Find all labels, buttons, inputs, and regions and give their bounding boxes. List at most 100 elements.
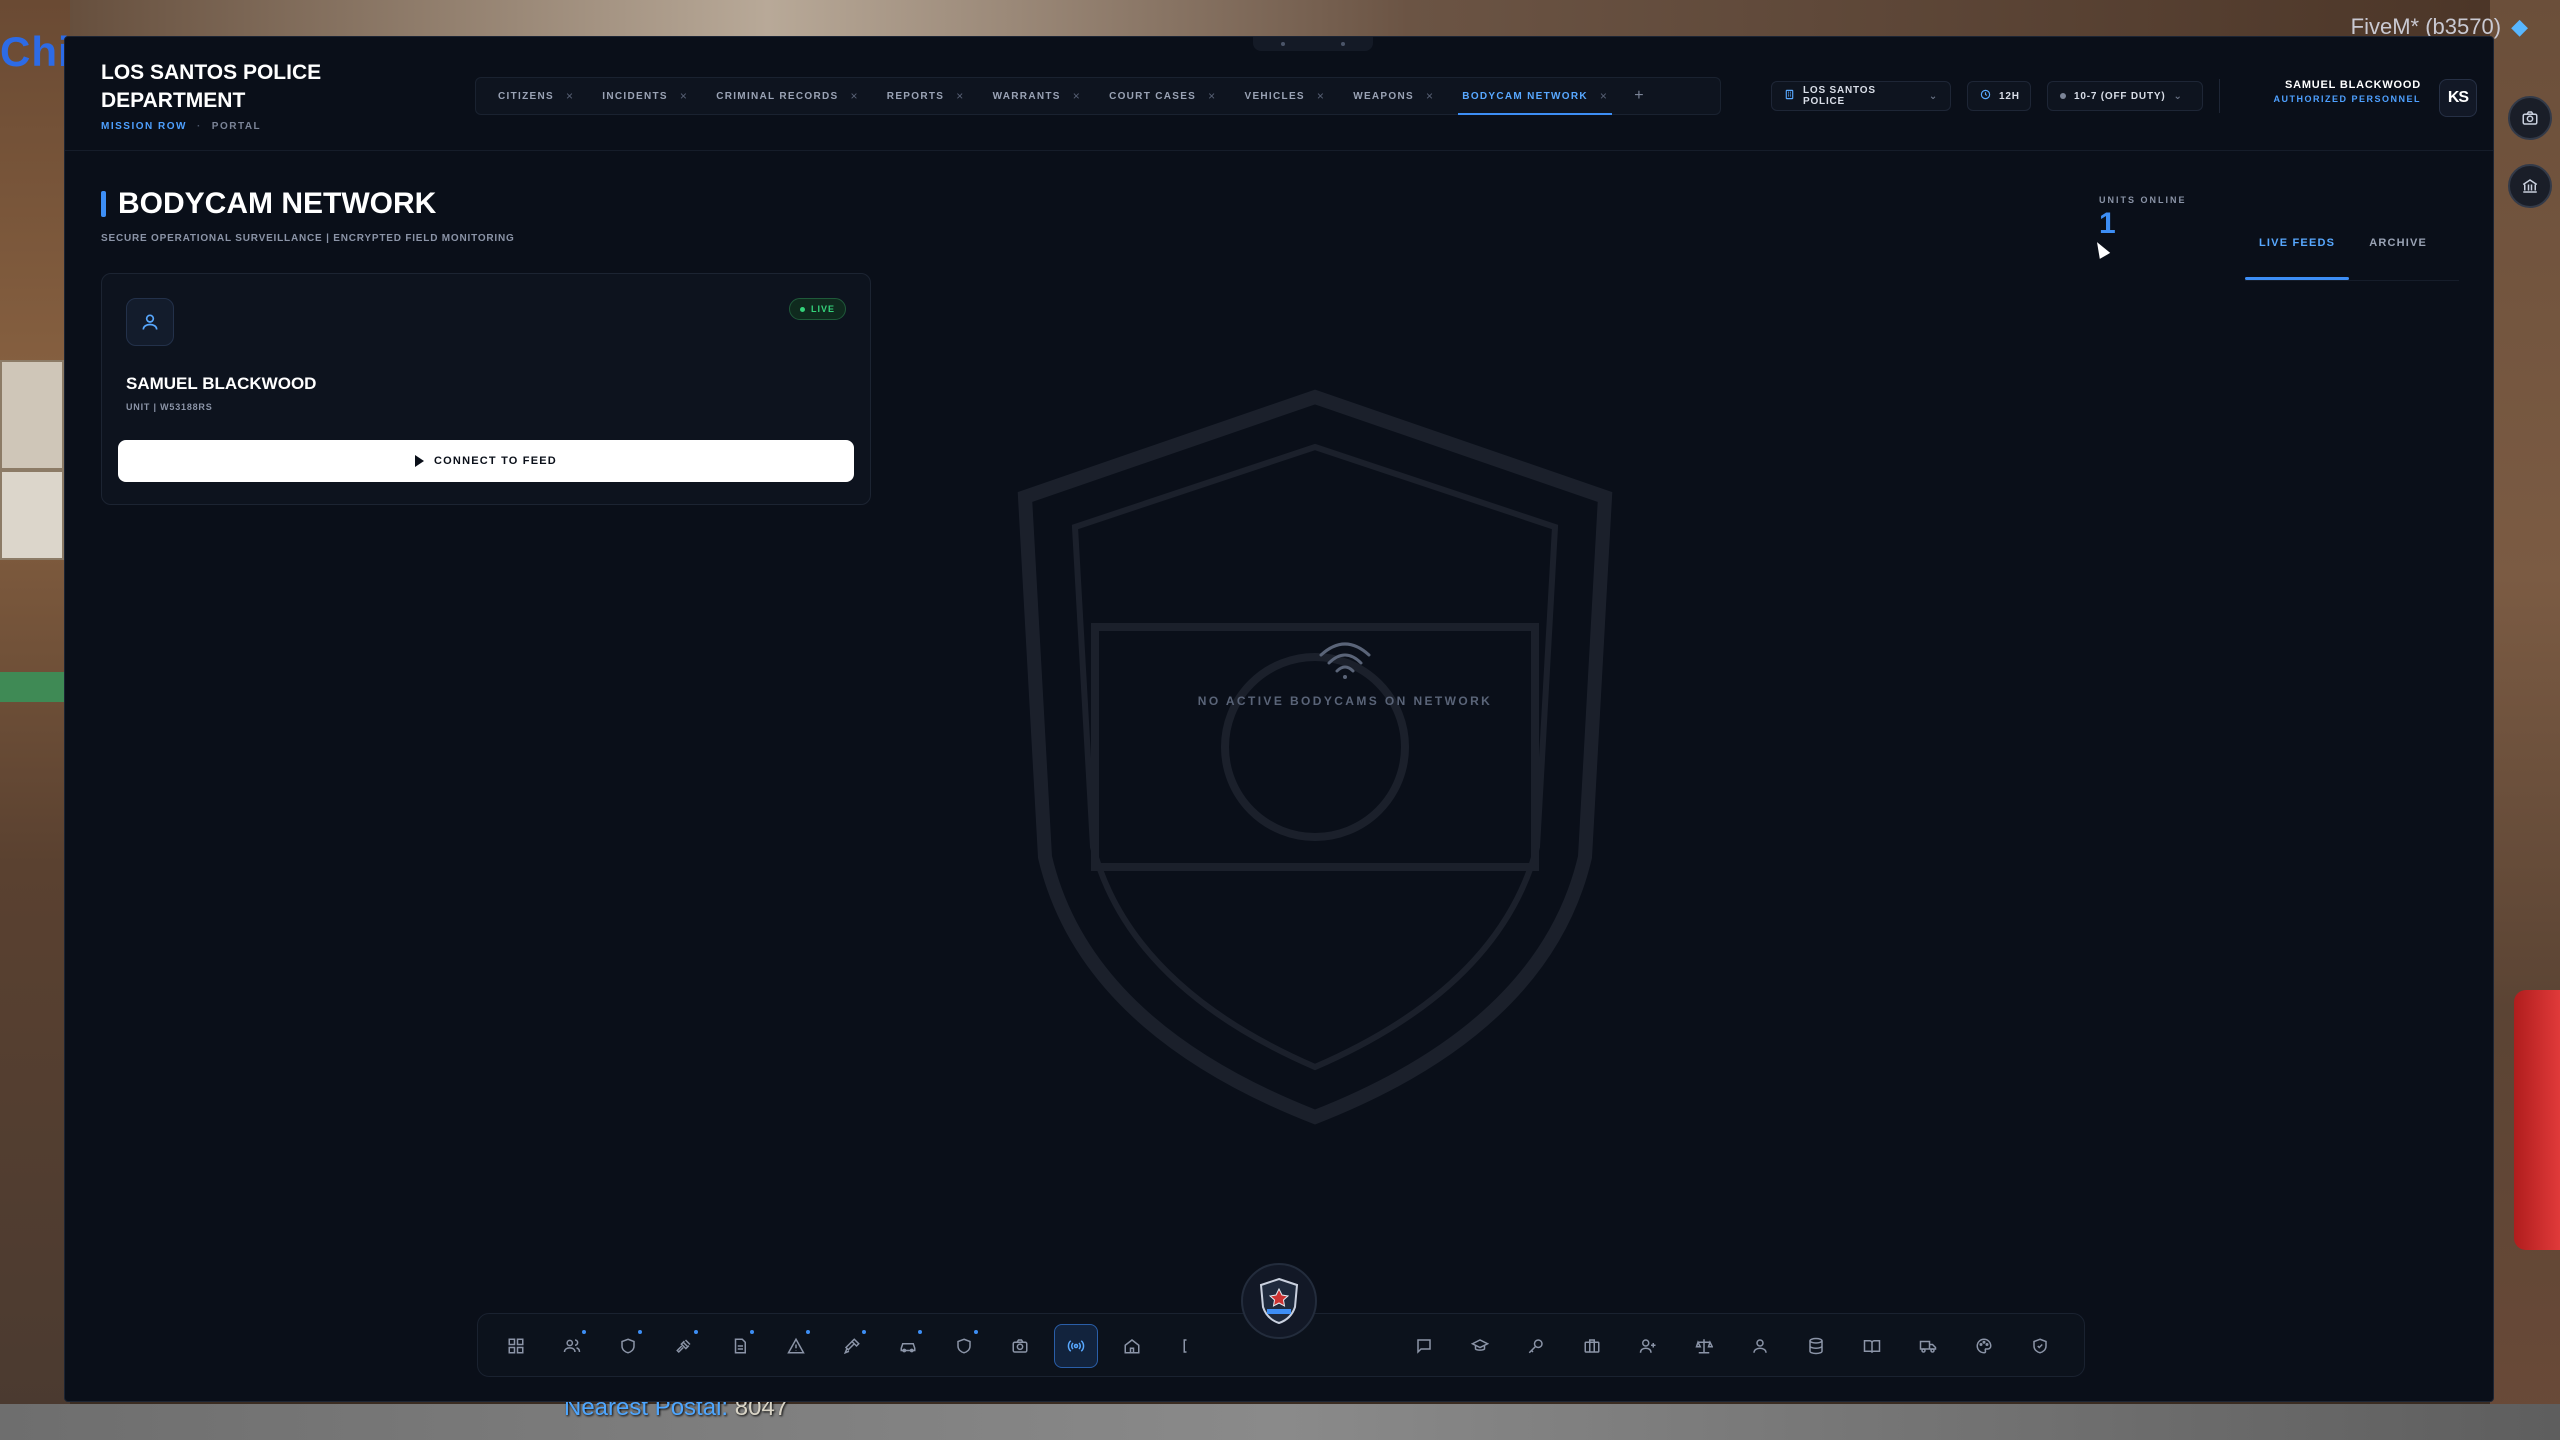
live-label: LIVE [810, 304, 835, 314]
key-icon[interactable] [1514, 1324, 1558, 1368]
empty-state: NO ACTIVE BODYCAMS ON NETWORK [1065, 637, 1625, 708]
department-selector[interactable]: LOS SANTOS POLICE ⌄ [1771, 81, 1951, 111]
close-icon[interactable]: × [1073, 89, 1081, 103]
scales-icon[interactable] [1682, 1324, 1726, 1368]
tab-weapons[interactable]: WEAPONS × [1339, 78, 1448, 114]
connect-label: CONNECT TO FEED [434, 455, 557, 467]
mdt-window: LOS SANTOS POLICE DEPARTMENT MISSION ROW… [64, 36, 2494, 1402]
camera-icon[interactable] [2508, 96, 2552, 140]
feed-tabs: LIVE FEEDS ARCHIVE [2245, 205, 2459, 281]
tab-live-feeds[interactable]: LIVE FEEDS [2245, 205, 2350, 280]
close-icon[interactable]: × [566, 89, 574, 103]
tab-citizens[interactable]: CITIZENS × [484, 78, 588, 114]
clock-format: 12H [1999, 90, 2020, 102]
close-icon[interactable]: × [1317, 89, 1325, 103]
tab-label: REPORTS [886, 90, 945, 102]
notice-board [0, 470, 64, 560]
dock-right [1402, 1324, 2062, 1368]
truck-icon[interactable] [1906, 1324, 1950, 1368]
title-accent-bar [101, 191, 106, 217]
shield-check-icon[interactable] [2018, 1324, 2062, 1368]
badge-icon[interactable] [942, 1324, 986, 1368]
close-icon[interactable]: × [956, 89, 964, 103]
lspd-watermark [1017, 389, 1613, 1125]
connect-to-feed-button[interactable]: CONNECT TO FEED [118, 440, 854, 482]
chevron-down-icon: ⌄ [1928, 90, 1938, 102]
units-online: UNITS ONLINE 1 [2099, 195, 2187, 241]
wall-left [0, 0, 70, 1440]
bracket-icon[interactable] [1166, 1324, 1210, 1368]
avatar[interactable]: KS [2439, 79, 2477, 117]
lspd-logo[interactable] [1241, 1263, 1317, 1339]
warning-icon[interactable] [774, 1324, 818, 1368]
header-divider [2219, 79, 2220, 113]
camera-icon[interactable] [998, 1324, 1042, 1368]
building-icon [1784, 89, 1795, 103]
page-title-text: BODYCAM NETWORK [118, 187, 437, 220]
close-icon[interactable]: × [1600, 89, 1608, 103]
badge-logo-icon [1259, 1277, 1299, 1325]
tab-label: CITIZENS [498, 90, 554, 102]
mouse-cursor [2091, 239, 2111, 259]
palette-icon[interactable] [1962, 1324, 2006, 1368]
tab-bodycam-network[interactable]: BODYCAM NETWORK × [1448, 78, 1622, 115]
empty-state-text: NO ACTIVE BODYCAMS ON NETWORK [1197, 694, 1493, 708]
tab-label: COURT CASES [1109, 90, 1197, 102]
tab-criminal-records[interactable]: CRIMINAL RECORDS × [702, 78, 873, 114]
tab-label: WARRANTS [992, 90, 1061, 102]
home-icon[interactable] [1110, 1324, 1154, 1368]
tab-warrants[interactable]: WARRANTS × [979, 78, 1096, 114]
play-icon [415, 455, 425, 467]
department-title: LOS SANTOS POLICE DEPARTMENT [101, 61, 322, 112]
book-icon[interactable] [1850, 1324, 1894, 1368]
dashboard-icon[interactable] [494, 1324, 538, 1368]
gavel-icon[interactable] [662, 1324, 706, 1368]
breadcrumb: MISSION ROW · PORTAL [101, 121, 361, 132]
briefcase-icon[interactable] [1570, 1324, 1614, 1368]
units-online-label: UNITS ONLINE [2099, 195, 2187, 205]
user-icon [126, 298, 174, 346]
tab-label: INCIDENTS [602, 90, 668, 102]
tab-vehicles[interactable]: VEHICLES × [1230, 78, 1339, 114]
floor [0, 1404, 2560, 1440]
close-icon[interactable]: × [1426, 89, 1434, 103]
chevron-down-icon: ⌄ [2173, 90, 2183, 102]
tab-reports[interactable]: REPORTS × [873, 78, 979, 114]
clock-toggle[interactable]: 12H [1967, 81, 2031, 111]
hammer-icon[interactable] [830, 1324, 874, 1368]
car-icon[interactable] [886, 1324, 930, 1368]
shield-icon[interactable] [606, 1324, 650, 1368]
database-icon[interactable] [1794, 1324, 1838, 1368]
chat-icon[interactable] [1402, 1324, 1446, 1368]
add-tab-button[interactable]: + [1622, 87, 1655, 105]
broadcast-icon[interactable] [1054, 1324, 1098, 1368]
status-dot [2060, 93, 2066, 99]
duty-status-selector[interactable]: 10-7 (OFF DUTY) ⌄ [2047, 81, 2203, 111]
tab-archive[interactable]: ARCHIVE [2355, 205, 2441, 279]
user-name: SAMUEL BLACKWOOD [2284, 79, 2421, 91]
close-icon[interactable]: × [680, 89, 688, 103]
tab-label: CRIMINAL RECORDS [716, 90, 839, 102]
tab-bar: CITIZENS × INCIDENTS × CRIMINAL RECORDS × R… [475, 77, 1721, 115]
department-label: LOS SANTOS POLICE [1803, 85, 1876, 107]
tab-incidents[interactable]: INCIDENTS × [588, 78, 702, 114]
bodycam-unit-card: LIVE SAMUEL BLACKWOOD UNIT | W53188RS CO… [101, 273, 871, 505]
citizens-icon[interactable] [550, 1324, 594, 1368]
officer-name: SAMUEL BLACKWOOD [126, 374, 317, 393]
users-icon[interactable] [1738, 1324, 1782, 1368]
user-profile[interactable]: SAMUEL BLACKWOOD AUTHORIZED PERSONNEL KS [2239, 79, 2477, 117]
report-icon[interactable] [718, 1324, 762, 1368]
breadcrumb-location[interactable]: MISSION ROW [101, 121, 187, 132]
user-add-icon[interactable] [1626, 1324, 1670, 1368]
close-icon[interactable]: × [850, 89, 858, 103]
graduation-icon[interactable] [1458, 1324, 1502, 1368]
close-icon[interactable]: × [1208, 89, 1216, 103]
notice-board [0, 360, 64, 470]
bank-icon[interactable] [2508, 164, 2552, 208]
wifi-icon [1319, 642, 1371, 679]
brand: LOS SANTOS POLICE DEPARTMENT MISSION ROW… [101, 59, 361, 132]
fire-extinguisher [2514, 990, 2560, 1250]
page-heading: BODYCAM NETWORK SECURE OPERATIONAL SURVE… [101, 187, 515, 244]
tab-court-cases[interactable]: COURT CASES × [1095, 78, 1230, 114]
side-buttons [2508, 96, 2552, 208]
